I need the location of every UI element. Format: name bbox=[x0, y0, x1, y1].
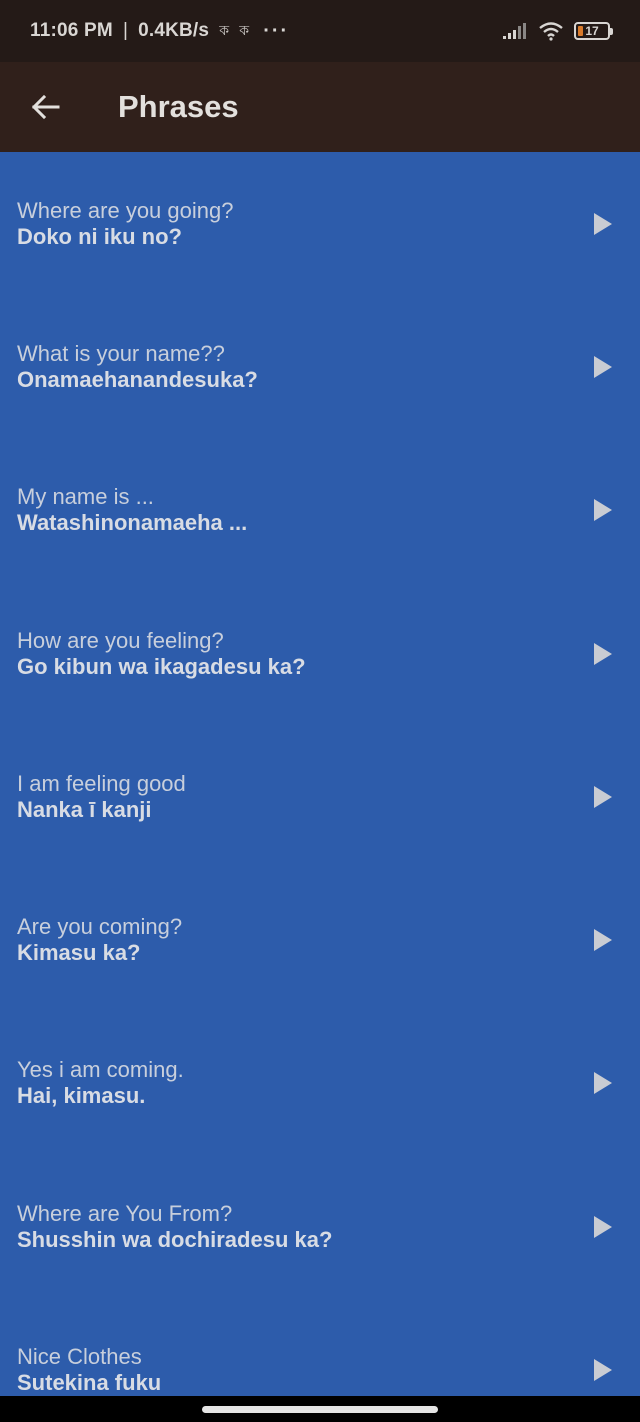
play-icon[interactable] bbox=[592, 784, 614, 810]
phrase-item[interactable]: How are you feeling? Go kibun wa ikagade… bbox=[0, 582, 640, 725]
phrase-japanese: Watashinonamaeha ... bbox=[17, 510, 248, 536]
phrase-text: Are you coming? Kimasu ka? bbox=[17, 914, 182, 966]
phrase-text: Where are You From? Shusshin wa dochirad… bbox=[17, 1201, 332, 1253]
network-speed: 0.4KB/s bbox=[138, 20, 210, 41]
phrase-japanese: Doko ni iku no? bbox=[17, 223, 182, 249]
play-icon[interactable] bbox=[592, 1214, 614, 1240]
phrase-japanese: Shusshin wa dochiradesu ka? bbox=[17, 1226, 333, 1252]
phrase-list[interactable]: Where are you going? Doko ni iku no? Wha… bbox=[0, 152, 640, 1396]
phrase-english: Where are you going? bbox=[17, 197, 234, 223]
phrase-english: I am feeling good bbox=[17, 770, 186, 796]
page-title: Phrases bbox=[118, 89, 239, 124]
play-icon[interactable] bbox=[592, 1070, 614, 1096]
phrases-screen: 11:06 PM | 0.4KB/s ক ক ··· 17 Phrases Wh… bbox=[0, 0, 640, 1422]
battery-icon: 17 bbox=[574, 22, 613, 40]
phrase-item[interactable]: Where are you going? Doko ni iku no? bbox=[0, 152, 640, 295]
notification-icon: ক bbox=[239, 22, 250, 38]
status-time: 11:06 PM bbox=[30, 20, 113, 41]
phrase-text: What is your name?? Onamaehanandesuka? bbox=[17, 341, 258, 393]
notification-icon: ক bbox=[219, 22, 230, 38]
play-icon[interactable] bbox=[592, 641, 614, 667]
play-icon[interactable] bbox=[592, 211, 614, 237]
status-left: 11:06 PM | 0.4KB/s ক ক ··· bbox=[30, 19, 289, 43]
phrase-item[interactable]: Yes i am coming. Hai, kimasu. bbox=[0, 1012, 640, 1155]
phrase-japanese: Go kibun wa ikagadesu ka? bbox=[17, 653, 306, 679]
phrase-text: My name is ... Watashinonamaeha ... bbox=[17, 484, 247, 536]
more-notifications-icon: ··· bbox=[263, 19, 290, 42]
navigation-bar bbox=[0, 1396, 640, 1422]
arrow-back-icon bbox=[31, 94, 60, 120]
phrase-text: Nice Clothes Sutekina fuku bbox=[17, 1344, 161, 1396]
phrase-item[interactable]: Nice Clothes Sutekina fuku bbox=[0, 1298, 640, 1396]
phrase-english: Nice Clothes bbox=[17, 1344, 142, 1370]
home-gesture-bar[interactable] bbox=[202, 1405, 438, 1413]
play-icon[interactable] bbox=[592, 497, 614, 523]
phrase-english: My name is ... bbox=[17, 484, 154, 510]
status-bar: 11:06 PM | 0.4KB/s ক ক ··· 17 bbox=[0, 0, 640, 62]
phrase-item[interactable]: My name is ... Watashinonamaeha ... bbox=[0, 439, 640, 582]
phrase-english: Are you coming? bbox=[17, 914, 183, 940]
phrase-item[interactable]: I am feeling good Nanka ī kanji bbox=[0, 725, 640, 868]
phrase-japanese: Onamaehanandesuka? bbox=[17, 366, 258, 392]
phrase-japanese: Hai, kimasu. bbox=[17, 1083, 146, 1109]
status-right: 17 bbox=[502, 21, 613, 41]
wifi-icon bbox=[539, 22, 563, 41]
phrase-english: Yes i am coming. bbox=[17, 1057, 184, 1083]
status-separator: | bbox=[122, 20, 129, 41]
phrase-english: How are you feeling? bbox=[17, 627, 224, 653]
phrase-item[interactable]: What is your name?? Onamaehanandesuka? bbox=[0, 295, 640, 438]
signal-icon bbox=[503, 23, 526, 39]
phrase-text: How are you feeling? Go kibun wa ikagade… bbox=[17, 628, 306, 680]
battery-level: 17 bbox=[585, 24, 599, 38]
phrase-text: I am feeling good Nanka ī kanji bbox=[17, 771, 186, 823]
phrase-japanese: Kimasu ka? bbox=[17, 940, 141, 966]
phrase-text: Yes i am coming. Hai, kimasu. bbox=[17, 1057, 184, 1109]
play-icon[interactable] bbox=[592, 354, 614, 380]
phrase-english: What is your name?? bbox=[17, 340, 225, 366]
phrase-item[interactable]: Are you coming? Kimasu ka? bbox=[0, 868, 640, 1011]
phrase-english: Where are You From? bbox=[17, 1200, 233, 1226]
phrase-japanese: Sutekina fuku bbox=[17, 1370, 162, 1396]
back-button[interactable] bbox=[0, 62, 90, 152]
app-bar: Phrases bbox=[0, 62, 640, 152]
play-icon[interactable] bbox=[592, 1357, 614, 1383]
play-icon[interactable] bbox=[592, 927, 614, 953]
phrase-text: Where are you going? Doko ni iku no? bbox=[17, 198, 233, 250]
phrase-japanese: Nanka ī kanji bbox=[17, 796, 152, 822]
phrase-item[interactable]: Where are You From? Shusshin wa dochirad… bbox=[0, 1155, 640, 1298]
